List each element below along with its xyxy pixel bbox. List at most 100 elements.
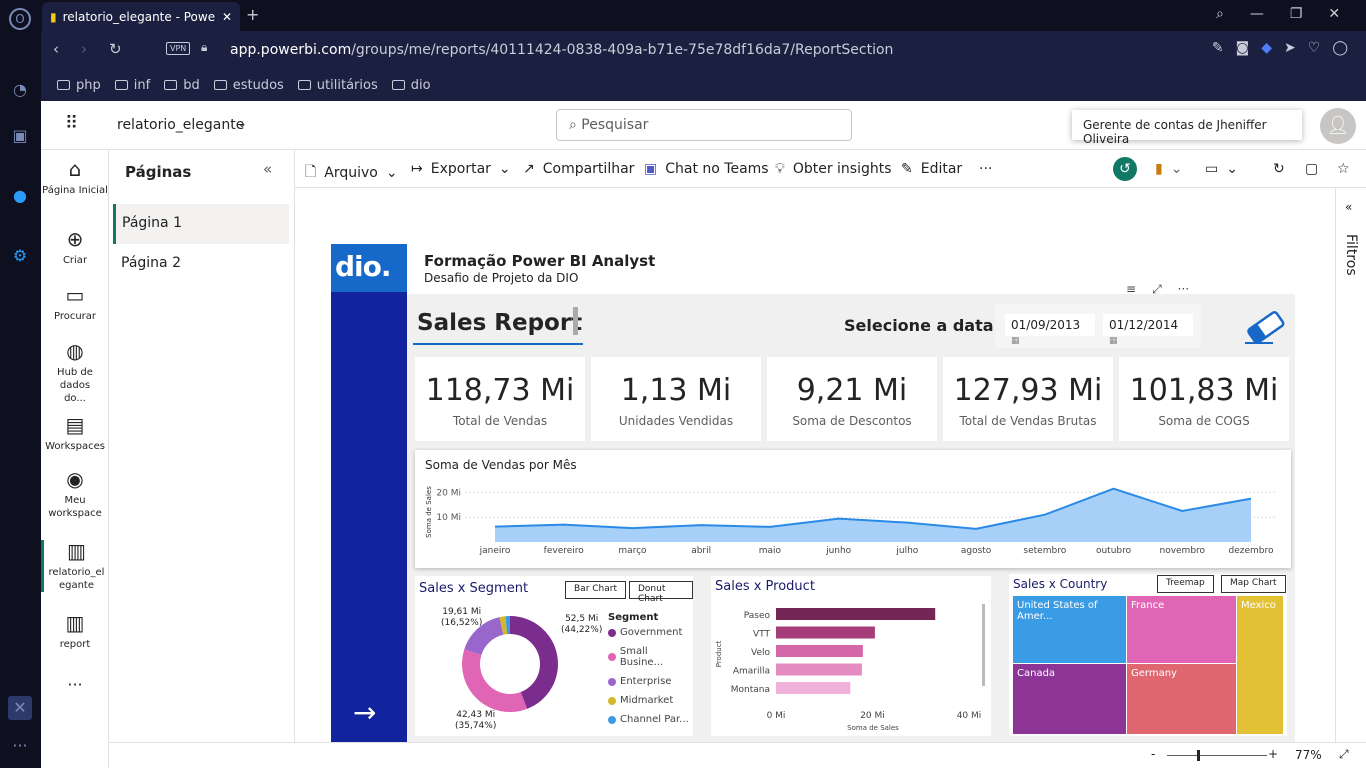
more-icon[interactable]: ···	[1178, 282, 1189, 297]
line-chart: 20 Mi 10 MiSoma de Sales janeiro fevereiro m…	[425, 486, 1277, 556]
more-options-button[interactable]: ···	[979, 161, 992, 177]
whatsapp-icon[interactable]: ●	[8, 184, 32, 208]
collapse-icon[interactable]: «	[263, 160, 272, 178]
sales-report-title: Sales Report	[417, 310, 583, 336]
legend-item[interactable]: Midmarket	[608, 695, 693, 706]
fit-page-icon[interactable]: ⤢	[1339, 747, 1349, 762]
legend-item[interactable]: Enterprise	[608, 676, 693, 687]
chat-teams-button[interactable]: ▣ Chat no Teams	[644, 161, 769, 177]
legend-item[interactable]: Government	[608, 627, 693, 638]
refresh-icon[interactable]: ↻	[1273, 161, 1285, 177]
date-to-input[interactable]: 01/12/2014 ▦	[1103, 314, 1193, 346]
heart-icon[interactable]: ♡	[1308, 40, 1321, 56]
camera-icon[interactable]: ◙	[1236, 40, 1250, 56]
treemap-tile[interactable]: Mexico	[1237, 596, 1283, 734]
insights-button[interactable]: 💡︎ Obter insights	[775, 161, 892, 177]
arrow-right-icon[interactable]: →	[353, 696, 376, 729]
search-input[interactable]: ⌕ Pesquisar	[556, 109, 852, 141]
arquivo-menu[interactable]: 🗋︎ Arquivo ⌄	[305, 161, 398, 185]
page-item[interactable]: Página 1	[113, 204, 289, 244]
close-tab-icon[interactable]: ✕	[222, 10, 232, 24]
speed-dial-icon[interactable]: ◔	[8, 78, 32, 102]
x-tick-label: 20 Mi	[860, 711, 885, 721]
back-icon[interactable]: ‹	[53, 40, 59, 58]
more-icon[interactable]: ···	[41, 677, 109, 693]
forward-icon[interactable]: ›	[81, 40, 87, 58]
url-field[interactable]: app.powerbi.com/groups/me/reports/401114…	[230, 42, 893, 58]
treemap-tile[interactable]: France	[1127, 596, 1236, 663]
browser-tab[interactable]: ▮ relatorio_elegante - Power ✕	[42, 2, 240, 31]
settings-icon[interactable]: ⚙	[8, 244, 32, 268]
favorite-icon[interactable]: ☆	[1337, 161, 1350, 177]
nav-my-workspace[interactable]: ◉ Meu workspace	[41, 468, 109, 520]
bookmark-php[interactable]: php	[57, 76, 101, 94]
x-tick-label: novembro	[1159, 546, 1205, 556]
shield-icon[interactable]: ◆	[1261, 40, 1272, 56]
expand-icon[interactable]: «	[1345, 200, 1352, 214]
chevron-down-icon: ⌄	[385, 165, 398, 181]
legend-title: Segment	[608, 612, 659, 623]
treemap-tile[interactable]: Germany	[1127, 664, 1236, 734]
app-launcher-icon[interactable]: ⠿	[65, 113, 78, 134]
report-icon: ▥	[67, 539, 86, 563]
nav-report[interactable]: ▥ report	[41, 612, 109, 651]
treemap-tile[interactable]: United States of Amer...	[1013, 596, 1126, 663]
tab-title: relatorio_elegante - Power	[62, 9, 216, 24]
x-tick-label: outubro	[1096, 546, 1132, 556]
nav-relatorio-elegante[interactable]: ▥ relatorio_elegante	[41, 540, 109, 592]
reset-icon[interactable]: ↺	[1113, 157, 1137, 181]
focus-mode-icon[interactable]: ⤢	[1152, 282, 1162, 297]
compartilhar-button[interactable]: ↗ Compartilhar	[523, 161, 634, 177]
restore-icon[interactable]: ❐	[1290, 6, 1303, 22]
bookmark-dio[interactable]: dio	[391, 76, 431, 94]
profile-icon[interactable]: ◯	[1332, 40, 1348, 56]
minimize-icon[interactable]: —	[1250, 6, 1264, 22]
view-icon[interactable]: ▭ ⌄	[1205, 161, 1238, 177]
bookmark-inf[interactable]: inf	[114, 76, 150, 94]
zoom-slider-handle[interactable]	[1197, 750, 1200, 761]
workspaces-icon[interactable]: ▣	[8, 124, 32, 148]
map-chart-button[interactable]: Map Chart	[1221, 575, 1286, 593]
send-icon[interactable]: ➤	[1284, 40, 1296, 56]
extension-icon[interactable]: ✕	[8, 696, 32, 720]
nav-home[interactable]: ⌂ Página Inicial	[41, 158, 109, 197]
lightbulb-icon: 💡︎	[775, 161, 785, 177]
opera-logo-icon[interactable]: O	[9, 8, 31, 30]
reload-icon[interactable]: ↻	[109, 40, 122, 58]
edit-icon[interactable]: ✎	[1212, 40, 1224, 56]
filter-icon[interactable]: ≡	[1126, 282, 1136, 297]
nav-create[interactable]: ⊕ Criar	[41, 228, 109, 267]
zoom-in-button[interactable]: +	[1268, 747, 1278, 761]
more-icon[interactable]: ···	[8, 734, 32, 758]
donut-chart-button[interactable]: Donut Chart	[629, 581, 693, 604]
chevron-down-icon[interactable]: ⌄	[237, 116, 247, 130]
bookmarks-bar: php inf bd estudos utilitários dio	[41, 69, 1366, 101]
legend-item[interactable]: Channel Par...	[608, 714, 693, 725]
nav-workspaces[interactable]: ▤ Workspaces	[41, 414, 109, 453]
bookmark-estudos[interactable]: estudos	[213, 76, 284, 94]
treemap-button[interactable]: Treemap	[1157, 575, 1214, 593]
exportar-menu[interactable]: ↦ Exportar ⌄	[411, 161, 511, 177]
nav-browse[interactable]: ▭ Procurar	[41, 284, 109, 323]
date-from-input[interactable]: 01/09/2013 ▦	[1005, 314, 1095, 346]
editar-button[interactable]: ✎ Editar	[901, 161, 962, 177]
nav-data-hub[interactable]: ◍ Hub de dados do...	[41, 340, 109, 405]
bookmark-utilitarios[interactable]: utilitários	[297, 76, 378, 94]
avatar[interactable]: 👤︎	[1320, 108, 1356, 144]
search-tabs-icon[interactable]: ⌕	[1216, 6, 1224, 22]
comment-icon[interactable]: ▢	[1305, 161, 1318, 177]
zoom-out-button[interactable]: -	[1151, 747, 1155, 761]
treemap-tile[interactable]: Canada	[1013, 664, 1126, 734]
filters-label[interactable]: Filtros	[1343, 234, 1359, 276]
bookmark-icon[interactable]: ▮ ⌄	[1155, 161, 1182, 177]
eraser-icon[interactable]	[1243, 310, 1285, 344]
bookmark-bd[interactable]: bd	[164, 76, 200, 94]
filters-pane: « Filtros	[1335, 188, 1366, 742]
vpn-badge[interactable]: VPN	[166, 42, 191, 55]
zoom-slider[interactable]	[1167, 755, 1267, 756]
close-window-icon[interactable]: ✕	[1328, 6, 1340, 22]
new-tab-icon[interactable]: +	[246, 5, 259, 24]
page-item[interactable]: Página 2	[121, 255, 181, 271]
legend-item[interactable]: Small Busine...	[608, 646, 693, 668]
report-name[interactable]: relatorio_elegante	[117, 117, 244, 133]
